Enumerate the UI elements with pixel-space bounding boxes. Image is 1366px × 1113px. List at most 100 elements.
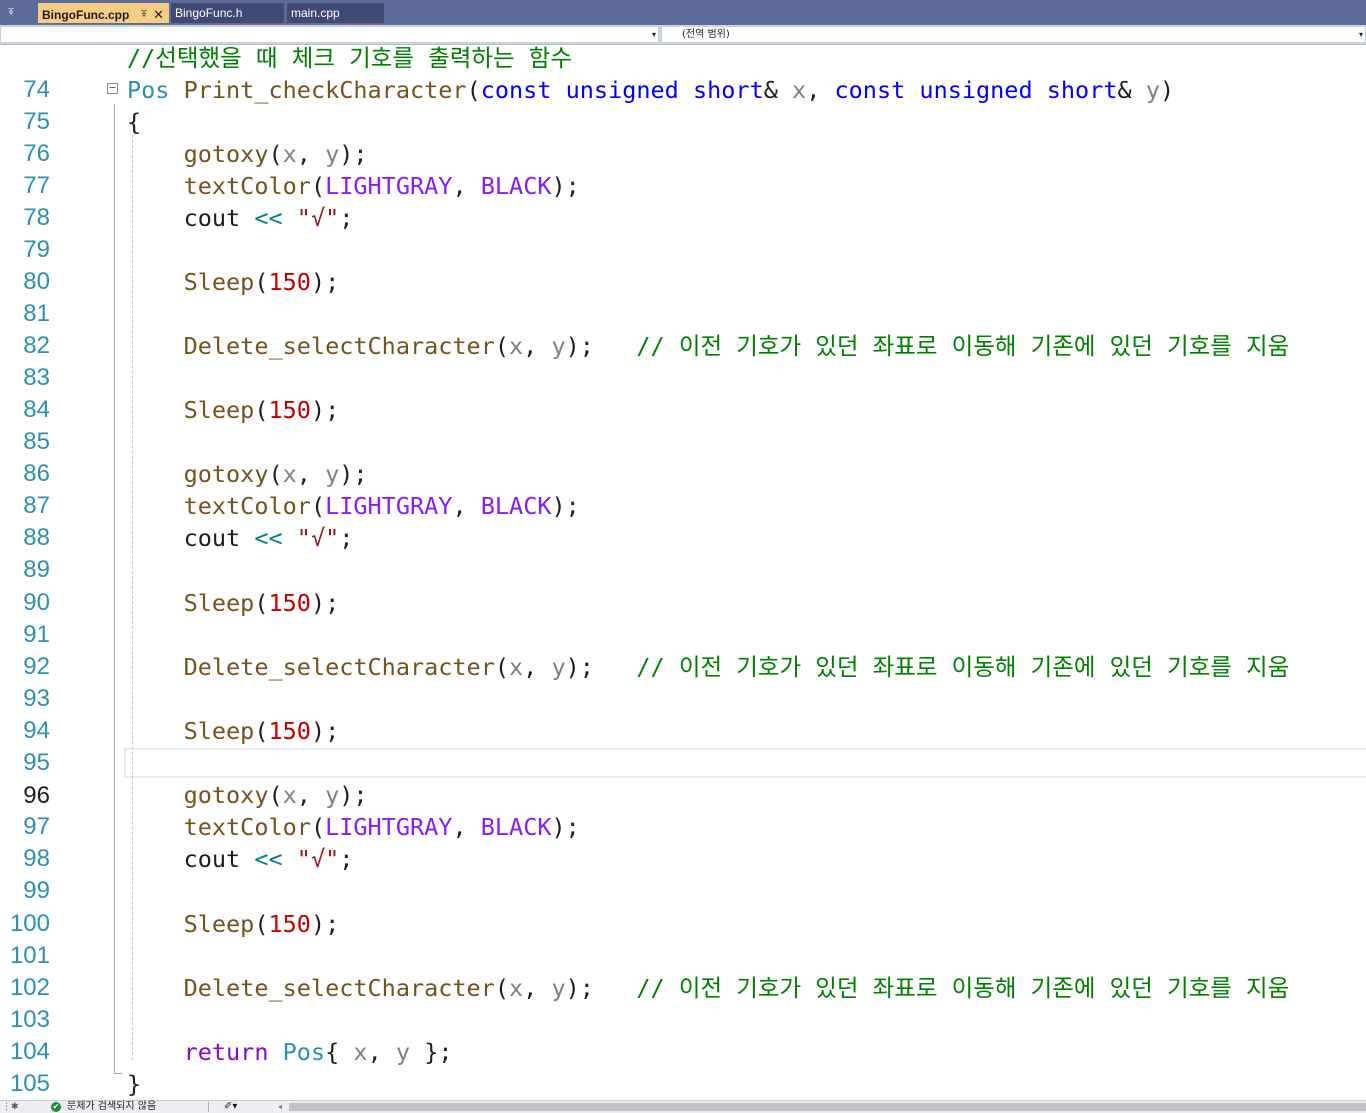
punct: ( [254, 589, 269, 617]
code-line: 100 [0, 876, 1366, 937]
code-line: 104 [0, 1004, 1366, 1065]
code-line: 77 gotoxy(x, y); [0, 138, 1366, 199]
punct: ( [494, 332, 510, 360]
tab-bingofunc-h[interactable]: BingoFunc.h [171, 3, 284, 23]
document-tab-strip: ⍕ BingoFunc.cpp ⍕ ✕ BingoFunc.h main.cpp [0, 0, 1366, 25]
number-literal: 150 [268, 268, 311, 296]
code-line: 76 { [0, 106, 1366, 167]
punct: ); [565, 974, 594, 1002]
zoom-icon[interactable]: ⋮✱ [2, 1101, 19, 1113]
param: x [282, 140, 297, 168]
code-line: 75 Pos Print_checkCharacter(const unsign… [0, 74, 1366, 135]
brace: { [127, 108, 142, 136]
horizontal-scrollbar[interactable] [289, 1103, 1366, 1111]
comment: // 이전 기호가 있던 좌표로 이동해 기존에 있던 기호를 지움 [636, 332, 1290, 360]
code-line: 89 cout << "√"; [0, 522, 1366, 583]
keyword: return [183, 1038, 269, 1066]
code-line: 84 [0, 362, 1366, 423]
punct: ( [254, 396, 269, 424]
punct: ); [565, 332, 594, 360]
punct: ( [310, 172, 326, 200]
comment: // 이전 기호가 있던 좌표로 이동해 기존에 있던 기호를 지움 [636, 974, 1290, 1002]
tab-label: main.cpp [291, 6, 340, 20]
punct: }; [424, 1038, 453, 1066]
operator: << [254, 845, 283, 873]
macro: BLACK [480, 172, 552, 200]
function-name: Sleep [183, 910, 255, 938]
punct: , [523, 332, 538, 360]
function-name: gotoxy [183, 140, 269, 168]
macro: LIGHTGRAY [325, 813, 453, 841]
punct: , [523, 653, 538, 681]
param: x [353, 1038, 368, 1066]
punct: & [763, 76, 778, 104]
code-line: 99 cout << "√"; [0, 843, 1366, 904]
punct: , [452, 813, 467, 841]
brace: } [127, 1070, 142, 1098]
function-name: Delete_selectCharacter [183, 332, 495, 360]
keyword: const [834, 76, 906, 104]
punct: { [325, 1038, 340, 1066]
macro: BLACK [480, 813, 552, 841]
param: x [282, 460, 297, 488]
punct: ( [494, 974, 510, 1002]
punct: ) [1159, 76, 1175, 104]
punct: ); [310, 396, 340, 424]
punct: , [523, 974, 538, 1002]
scroll-left-icon[interactable]: ◂ [278, 1101, 282, 1113]
code-line: 85 Sleep(150); [0, 394, 1366, 455]
code-editor[interactable]: − 74 //선택했을 때 체크 기호를 출력하는 함수 75 Pos Prin… [0, 45, 1366, 1100]
function-name: textColor [183, 172, 311, 200]
punct: ); [339, 140, 368, 168]
param: x [509, 653, 524, 681]
param: y [325, 460, 340, 488]
punct: ( [310, 813, 326, 841]
scope-dropdown[interactable]: (전역 범위) ▾ [661, 26, 1366, 43]
code-line: 98 textColor(LIGHTGRAY, BLACK); [0, 811, 1366, 872]
param: x [509, 332, 524, 360]
punct: ( [268, 781, 283, 809]
code-line: 101 Sleep(150); [0, 908, 1366, 969]
param: x [792, 76, 807, 104]
punct: ); [310, 589, 340, 617]
code-cleanup-icon[interactable]: ✐▾ [224, 1101, 237, 1113]
code-line-current: 96 [0, 748, 1366, 809]
punct: ( [254, 268, 269, 296]
project-dropdown[interactable]: ▾ [0, 26, 659, 43]
operator: << [254, 204, 283, 232]
code-line: 87 gotoxy(x, y); [0, 458, 1366, 519]
function-name: textColor [183, 492, 311, 520]
keyword: const [480, 76, 552, 104]
code-line: 88 textColor(LIGHTGRAY, BLACK); [0, 490, 1366, 551]
tab-bingofunc-cpp[interactable]: BingoFunc.cpp ⍕ ✕ [38, 3, 169, 23]
code-line: 82 [0, 298, 1366, 359]
code-line: 91 Sleep(150); [0, 587, 1366, 648]
operator: << [254, 524, 283, 552]
number-literal: 150 [268, 396, 311, 424]
punct: ); [339, 781, 368, 809]
punct: , [452, 172, 467, 200]
tab-label: BingoFunc.cpp [42, 8, 130, 22]
code-line: 105 return Pos{ x, y }; [0, 1036, 1366, 1097]
code-line: 90 [0, 555, 1366, 616]
scope-label: (전역 범위) [682, 29, 730, 40]
function-name: Sleep [183, 268, 255, 296]
string-literal: "√" [296, 524, 340, 552]
code-line: 94 [0, 683, 1366, 744]
function-name: Delete_selectCharacter [183, 974, 495, 1002]
pin-tab-icon[interactable]: ⍕ [141, 5, 147, 25]
param: y [551, 974, 566, 1002]
identifier: cout [183, 204, 241, 232]
tab-list-dropdown-icon[interactable]: ⍕ [0, 2, 22, 23]
string-literal: "√" [296, 845, 340, 873]
tab-main-cpp[interactable]: main.cpp [287, 3, 384, 23]
function-name: Sleep [183, 396, 255, 424]
punct: ( [254, 910, 269, 938]
function-name: Sleep [183, 717, 255, 745]
punct: ; [339, 204, 354, 232]
keyword: unsigned [919, 76, 1033, 104]
issues-status[interactable]: 문제가 검색되지 않음 [67, 1101, 156, 1113]
editor-status-bar: ⋮✱ ✔ 문제가 검색되지 않음 ✐▾ ◂ [0, 1100, 1366, 1113]
close-tab-icon[interactable]: ✕ [153, 5, 164, 25]
punct: ; [339, 524, 354, 552]
